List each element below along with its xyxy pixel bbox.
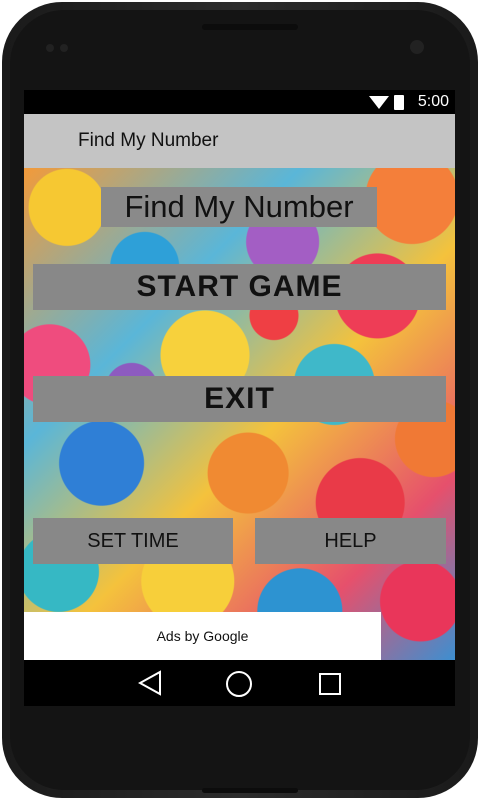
game-heading: Find My Number (101, 187, 377, 227)
front-camera (410, 40, 424, 54)
bottom-speaker (202, 788, 298, 793)
ad-banner[interactable]: Ads by Google (24, 612, 381, 660)
main-content: Find My Number START GAME EXIT SET TIME … (24, 168, 455, 660)
set-time-button[interactable]: SET TIME (33, 518, 233, 564)
status-bar: 5:00 (24, 90, 455, 114)
back-icon[interactable] (138, 670, 162, 696)
navigation-bar (24, 660, 455, 706)
recents-icon[interactable] (319, 673, 341, 695)
exit-button[interactable]: EXIT (33, 376, 446, 422)
battery-icon (394, 95, 404, 110)
wifi-icon (369, 96, 389, 109)
status-time: 5:00 (417, 93, 449, 110)
help-button[interactable]: HELP (255, 518, 446, 564)
action-bar: Find My Number (24, 114, 455, 168)
sensor-dot (46, 44, 54, 52)
app-title: Find My Number (78, 130, 219, 151)
sensor-dot (60, 44, 68, 52)
device-screen: 5:00 Find My Number Find My Number START… (24, 90, 455, 706)
earpiece-speaker (202, 24, 298, 30)
start-game-button[interactable]: START GAME (33, 264, 446, 310)
home-icon[interactable] (226, 671, 252, 697)
